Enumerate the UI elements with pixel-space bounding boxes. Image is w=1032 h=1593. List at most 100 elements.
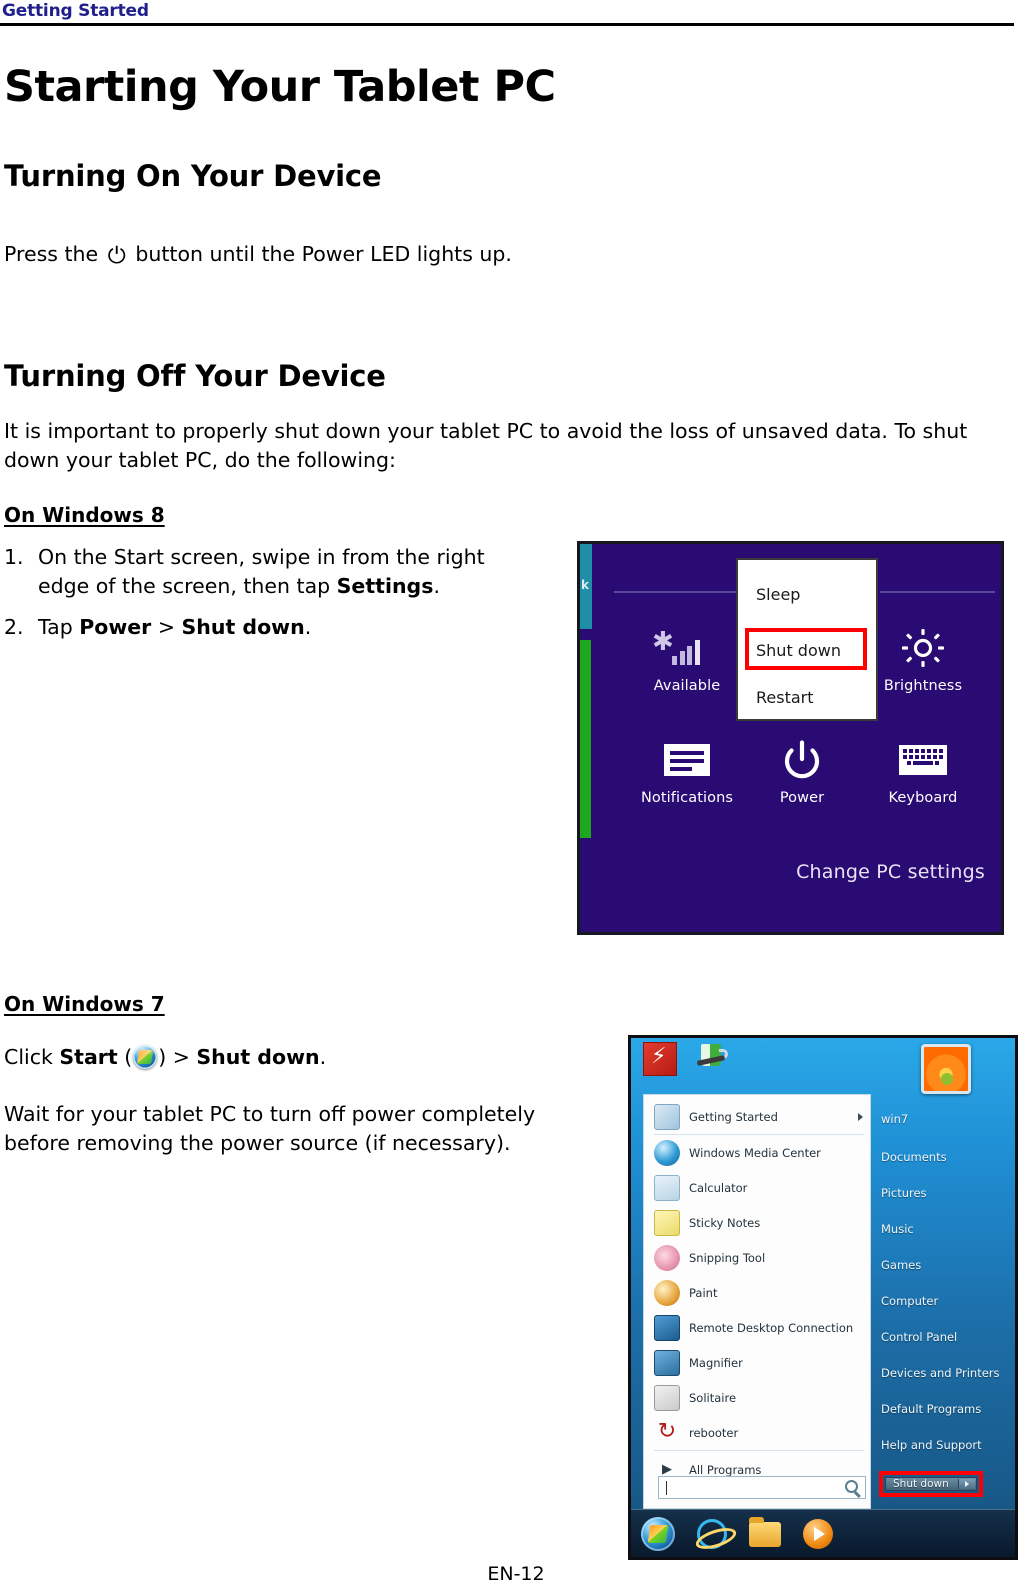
- menu-item-sleep[interactable]: Sleep: [756, 585, 800, 604]
- list-item: 2. Tap Power > Shut down.: [4, 613, 534, 642]
- paren-open: (: [117, 1044, 133, 1069]
- tile-teal-label: k: [581, 578, 589, 592]
- change-pc-settings-link[interactable]: Change PC settings: [796, 861, 985, 883]
- list-item[interactable]: Remote Desktop Connection: [654, 1310, 870, 1345]
- list-item[interactable]: Calculator: [654, 1170, 870, 1205]
- charm-label-power: Power: [779, 790, 825, 806]
- section-heading-turning-on: Turning On Your Device: [4, 159, 382, 194]
- list-item[interactable]: ↻ rebooter: [654, 1415, 870, 1450]
- list-item[interactable]: Magnifier: [654, 1345, 870, 1380]
- section-heading-turning-off: Turning Off Your Device: [4, 359, 386, 394]
- turning-off-intro: It is important to properly shut down yo…: [4, 418, 968, 473]
- right-link-pictures[interactable]: Pictures: [881, 1186, 1013, 1200]
- paren-close: ) >: [158, 1044, 197, 1069]
- taskbar: [631, 1509, 1015, 1557]
- menu-item-restart[interactable]: Restart: [756, 688, 814, 707]
- search-icon: [845, 1480, 858, 1493]
- step1-bold-settings: Settings: [336, 574, 434, 599]
- all-programs-label: All Programs: [689, 1462, 762, 1477]
- page-footer: EN-12: [0, 1563, 1032, 1585]
- step2-plain-1: Tap: [38, 615, 80, 640]
- program-label: Snipping Tool: [689, 1250, 766, 1265]
- power-icon: ⏻: [107, 242, 126, 269]
- start-menu-left-panel: Getting Started Windows Media Center Cal…: [643, 1094, 871, 1509]
- desktop-icon-red-app: [643, 1042, 677, 1076]
- right-link-games[interactable]: Games: [881, 1258, 1013, 1272]
- right-link-user[interactable]: win7: [881, 1112, 1013, 1126]
- right-link-music[interactable]: Music: [881, 1222, 1013, 1236]
- right-link-computer[interactable]: Computer: [881, 1294, 1013, 1308]
- right-link-control-panel[interactable]: Control Panel: [881, 1330, 1013, 1344]
- windows7-click-instruction: Click Start () > Shut down.: [4, 1044, 564, 1069]
- program-label: Calculator: [689, 1180, 748, 1195]
- snipping-tool-icon: [654, 1244, 680, 1271]
- internet-explorer-icon[interactable]: [697, 1519, 727, 1549]
- running-head-text: Getting Started: [2, 1, 149, 21]
- page-title: Starting Your Tablet PC: [4, 61, 556, 112]
- list-item[interactable]: Sticky Notes: [654, 1205, 870, 1240]
- press-the-text: Press the: [4, 241, 99, 266]
- power-options-menu: Sleep Shut down Restart: [736, 558, 878, 721]
- program-label: Windows Media Center: [689, 1145, 821, 1160]
- sticky-notes-icon: [654, 1209, 680, 1236]
- step1-plain-2: .: [433, 574, 440, 599]
- charm-keyboard[interactable]: Keyboard: [858, 739, 988, 806]
- start-orb-icon[interactable]: [641, 1517, 675, 1551]
- page-running-header: Getting Started: [0, 0, 1032, 26]
- subheading-on-windows-8: On Windows 8: [4, 503, 165, 527]
- list-item[interactable]: Getting Started: [654, 1099, 870, 1134]
- program-label: rebooter: [689, 1425, 739, 1440]
- step-number: 1.: [4, 545, 24, 569]
- list-item[interactable]: Snipping Tool: [654, 1240, 870, 1275]
- turning-on-instruction: Press the ⏻ button until the Power LED l…: [4, 240, 844, 273]
- program-label: Getting Started: [689, 1109, 778, 1124]
- notification-lines-glyph: [664, 744, 710, 776]
- list-item: 1. On the Start screen, swipe in from th…: [4, 543, 534, 601]
- bold-start: Start: [59, 1044, 118, 1069]
- media-player-icon[interactable]: [803, 1519, 833, 1549]
- shut-down-button[interactable]: Shut down: [885, 1477, 977, 1491]
- magnifier-icon: [654, 1349, 680, 1376]
- bold-shut-down: Shut down: [196, 1044, 320, 1069]
- press-until-text: button until the Power LED lights up.: [135, 241, 512, 266]
- paint-icon: [654, 1279, 680, 1306]
- list-item[interactable]: Windows Media Center: [654, 1135, 870, 1170]
- list-item[interactable]: Solitaire: [654, 1380, 870, 1415]
- right-link-documents[interactable]: Documents: [881, 1150, 1013, 1164]
- page-number: EN-12: [487, 1563, 545, 1585]
- calculator-icon: [654, 1174, 680, 1201]
- start-menu-search-input[interactable]: [658, 1476, 866, 1499]
- remote-desktop-icon: [654, 1314, 680, 1341]
- charm-divider-left: [614, 591, 749, 593]
- step2-bold-shutdown: Shut down: [181, 615, 305, 640]
- shut-down-highlight-box: Shut down: [879, 1471, 983, 1497]
- program-label: Solitaire: [689, 1390, 737, 1405]
- divider: [654, 1450, 864, 1451]
- media-center-icon: [654, 1139, 680, 1166]
- step-text: On the Start screen, swipe in from the r…: [38, 543, 534, 601]
- right-link-default-programs[interactable]: Default Programs: [881, 1402, 1013, 1416]
- keyboard-keys-glyph: [899, 745, 947, 775]
- right-link-devices-printers[interactable]: Devices and Printers: [881, 1366, 1013, 1380]
- shut-down-options-caret-icon[interactable]: [958, 1479, 975, 1489]
- subheading-on-windows-7: On Windows 7: [4, 992, 165, 1016]
- right-link-help-support[interactable]: Help and Support: [881, 1438, 1013, 1452]
- signal-bars-icon: [672, 639, 700, 665]
- program-label: Paint: [689, 1285, 718, 1300]
- file-explorer-icon[interactable]: [749, 1516, 781, 1547]
- windows-8-settings-charm-screenshot: k ✱ Available Brightness Notifications P…: [577, 541, 1004, 935]
- shut-down-button-label: Shut down: [893, 1478, 949, 1490]
- charm-network-available[interactable]: ✱ Available: [628, 627, 746, 694]
- header-divider-rule: [0, 23, 1014, 26]
- rebooter-icon: ↻: [657, 1418, 677, 1444]
- charm-notifications[interactable]: Notifications: [628, 739, 746, 806]
- windows7-wait-note: Wait for your tablet PC to turn off powe…: [4, 1101, 536, 1156]
- start-menu-right-panel: win7 Documents Pictures Music Games Comp…: [881, 1112, 1013, 1474]
- list-item[interactable]: Paint: [654, 1275, 870, 1310]
- step2-plain-3: .: [304, 615, 312, 640]
- windows-7-start-menu-screenshot: Getting Started Windows Media Center Cal…: [628, 1035, 1018, 1560]
- program-label: Magnifier: [689, 1355, 743, 1370]
- desktop-icon-cup-app: [696, 1044, 731, 1076]
- charm-power[interactable]: Power: [750, 739, 854, 806]
- charm-label-notifications: Notifications: [640, 790, 734, 806]
